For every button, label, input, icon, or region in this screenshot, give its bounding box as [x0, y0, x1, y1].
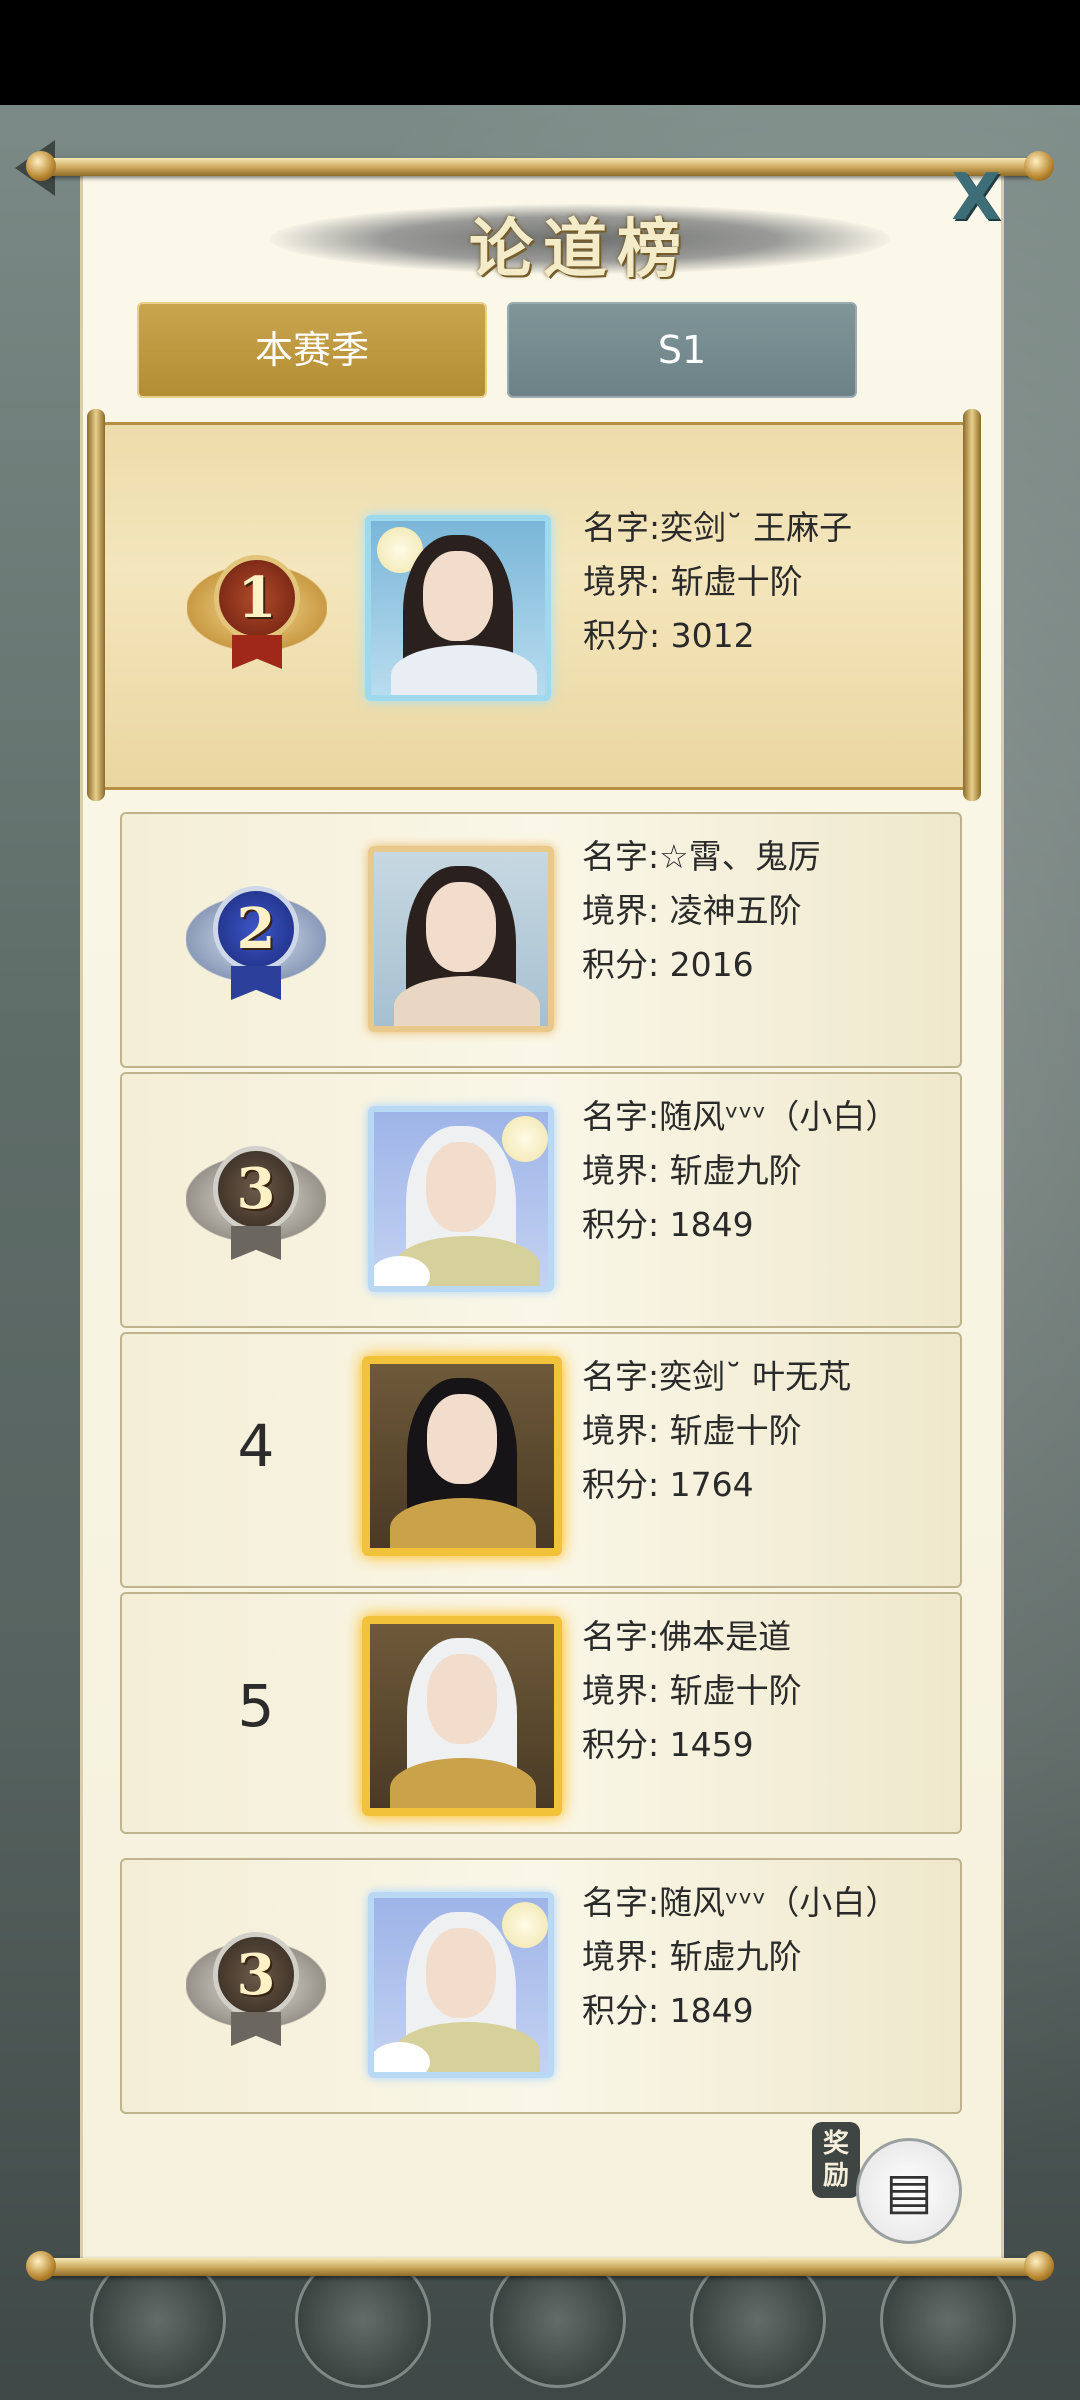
player-score: 1764 [669, 1465, 754, 1504]
rabbit-icon [374, 1256, 430, 1286]
reward-button[interactable]: 奖励 ▤ [812, 2122, 962, 2252]
medal-rank: 1 [214, 555, 300, 641]
player-realm: 斩虚十阶 [670, 562, 803, 601]
bronze-medal-icon: 3 [186, 1920, 326, 2050]
player-realm: 斩虚十阶 [669, 1671, 802, 1710]
ranking-row-5[interactable]: 5 名字:佛本是道 境界: 斩虚十阶 积分: 1459 [120, 1592, 962, 1834]
rabbit-icon [374, 2042, 430, 2072]
rank-number: 5 [237, 1672, 275, 1740]
close-button[interactable]: X [946, 166, 1006, 230]
ranking-row-2[interactable]: 2 名字:☆霄、鬼厉 境界: 凌神五阶 积分: 2016 [120, 812, 962, 1068]
avatar [362, 1616, 562, 1816]
player-info: 名字:随风ᵛᵛᵛ（小白） 境界: 斩虚九阶 积分: 1849 [582, 1097, 899, 1244]
player-score: 1849 [669, 1991, 754, 2030]
rank-number: 4 [237, 1412, 275, 1480]
player-info: 名字:奕剑˘ 王麻子 境界: 斩虚十阶 积分: 3012 [583, 508, 853, 655]
medal-rank: 2 [213, 886, 299, 972]
player-name: ☆霄、鬼厉 [659, 837, 821, 876]
player-realm: 斩虚九阶 [669, 1937, 802, 1976]
player-score: 1459 [669, 1725, 754, 1764]
player-name: 随风ᵛᵛᵛ（小白） [659, 1097, 899, 1136]
player-score: 2016 [669, 945, 754, 984]
ranking-row-3[interactable]: 3 名字:随风ᵛᵛᵛ（小白） 境界: 斩虚九阶 积分: 1849 [120, 1072, 962, 1328]
bronze-medal-icon: 3 [186, 1134, 326, 1264]
ranking-row-1[interactable]: 1 名字:奕剑˘ 王麻子 境界: 斩虚十阶 积分: 3012 [87, 409, 981, 801]
medal-rank: 3 [213, 1932, 299, 2018]
page-title: 论道榜 [469, 212, 691, 287]
avatar [368, 846, 554, 1032]
ranking-row-4[interactable]: 4 名字:奕剑˘ 叶无芃 境界: 斩虚十阶 积分: 1764 [120, 1332, 962, 1588]
player-realm: 斩虚九阶 [669, 1151, 802, 1190]
player-info: 名字:奕剑˘ 叶无芃 境界: 斩虚十阶 积分: 1764 [582, 1357, 852, 1504]
title-banner: 论道榜 [270, 190, 890, 290]
avatar [365, 515, 551, 701]
player-name: 佛本是道 [659, 1617, 792, 1656]
player-name: 奕剑˘ 王麻子 [660, 508, 853, 547]
my-ranking-row[interactable]: 3 名字:随风ᵛᵛᵛ（小白） 境界: 斩虚九阶 积分: 1849 [120, 1858, 962, 2114]
avatar [368, 1106, 554, 1292]
avatar [362, 1356, 562, 1556]
player-score: 3012 [670, 616, 755, 655]
player-realm: 斩虚十阶 [669, 1411, 802, 1450]
gold-medal-icon: 1 [187, 543, 327, 673]
player-info: 名字:☆霄、鬼厉 境界: 凌神五阶 积分: 2016 [582, 837, 821, 984]
avatar [368, 1892, 554, 2078]
scroll-rod-top [26, 151, 1054, 181]
player-info: 名字:随风ᵛᵛᵛ（小白） 境界: 斩虚九阶 积分: 1849 [582, 1883, 899, 2030]
player-realm: 凌神五阶 [669, 891, 802, 930]
status-bar [0, 0, 1080, 105]
reward-label: 奖励 [812, 2122, 860, 2198]
player-info: 名字:佛本是道 境界: 斩虚十阶 积分: 1459 [582, 1617, 802, 1764]
medal-rank: 3 [213, 1146, 299, 1232]
tab-s1[interactable]: S1 [507, 302, 857, 398]
tab-current-season[interactable]: 本赛季 [137, 302, 487, 398]
scroll-rod-bottom [26, 2251, 1054, 2281]
treasure-chest-icon[interactable]: ▤ [856, 2138, 962, 2244]
player-name: 奕剑˘ 叶无芃 [659, 1357, 852, 1396]
player-name: 随风ᵛᵛᵛ（小白） [659, 1883, 899, 1922]
silver-medal-icon: 2 [186, 874, 326, 1004]
player-score: 1849 [669, 1205, 754, 1244]
